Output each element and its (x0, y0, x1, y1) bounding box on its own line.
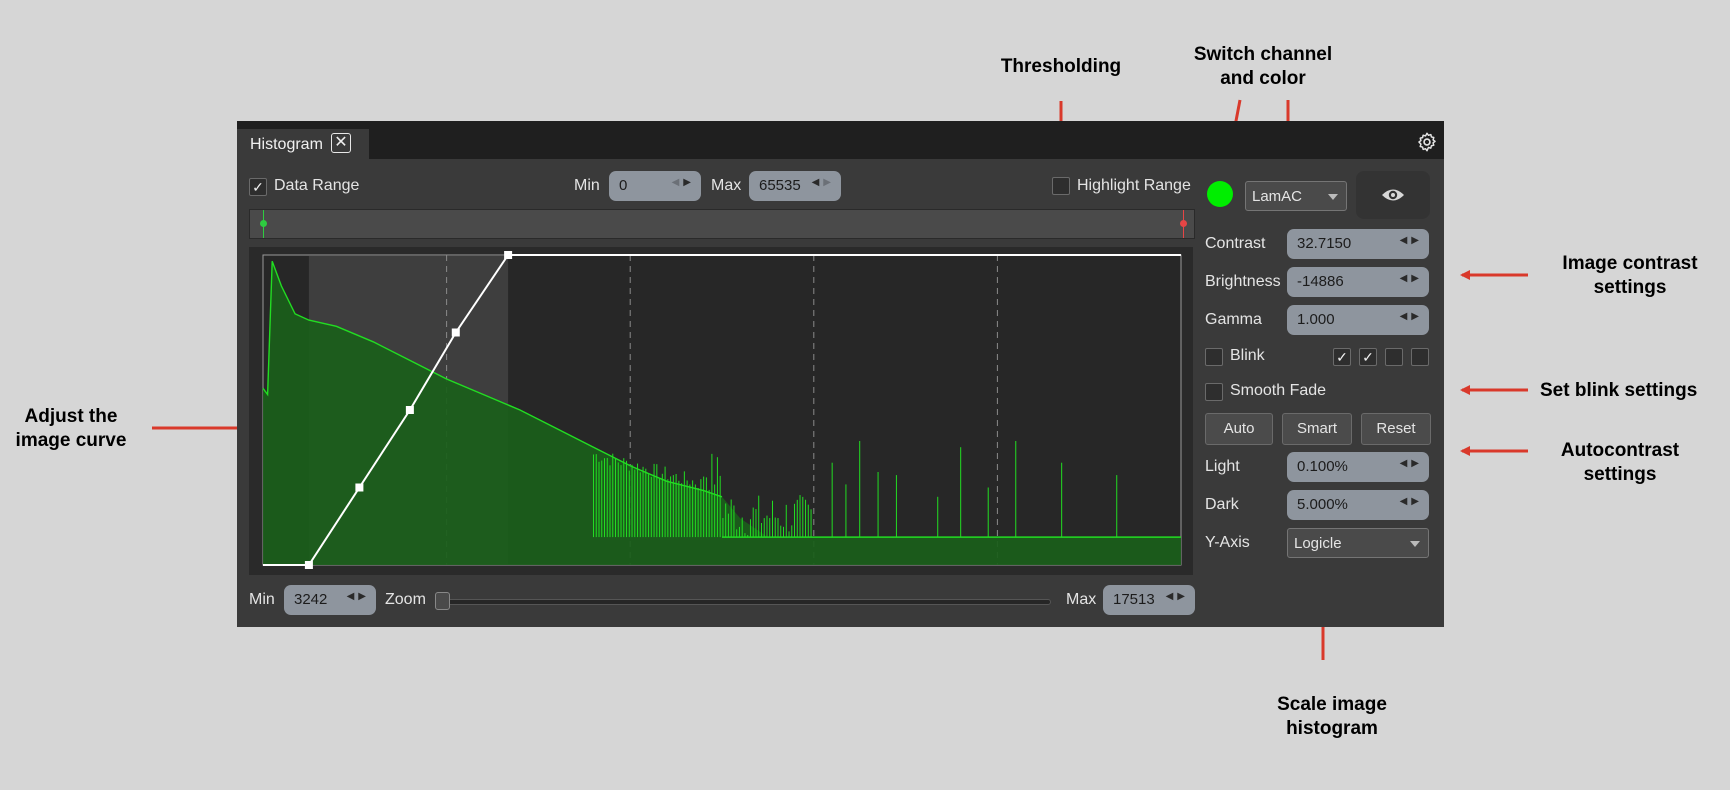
blink-frame-checkbox[interactable]: ✓ (1333, 348, 1351, 366)
gamma-stepper[interactable]: 1.000 ◀▶ (1287, 305, 1429, 335)
annotation-line: image curve (15, 430, 127, 451)
data-max-value: 65535 (759, 177, 801, 194)
yaxis-dropdown[interactable]: Logicle (1287, 528, 1429, 558)
annotation-line: Scale image (1277, 694, 1387, 715)
yaxis-value: Logicle (1294, 535, 1342, 552)
smart-button[interactable]: Smart (1282, 413, 1352, 445)
zoom-min-label: Min (249, 591, 275, 608)
channel-color-swatch[interactable] (1207, 181, 1233, 207)
dark-value: 5.000% (1297, 496, 1348, 513)
annotation-image-contrast: Image contrast settings (1540, 252, 1720, 300)
annotation-blink: Set blink settings (1540, 380, 1698, 401)
curve-control-point[interactable] (451, 328, 460, 337)
annotation-autocontrast: Autocontrast settings (1540, 439, 1700, 487)
range-min-dot[interactable] (260, 220, 267, 227)
chevron-down-icon (1410, 541, 1420, 547)
brightness-stepper[interactable]: -14886 ◀▶ (1287, 267, 1429, 297)
gamma-label: Gamma (1205, 311, 1262, 328)
blink-frame-checkbox[interactable] (1411, 348, 1429, 366)
stepper-arrows-icon[interactable]: ◀▶ (1400, 496, 1423, 507)
smooth-fade-label: Smooth Fade (1230, 382, 1327, 399)
close-icon[interactable]: ✕ (331, 133, 351, 153)
auto-button[interactable]: Auto (1205, 413, 1273, 445)
data-min-label: Min (574, 177, 600, 194)
highlight-range-label: Highlight Range (1077, 177, 1191, 194)
zoom-min-stepper[interactable]: 3242 ◀▶ (284, 585, 376, 615)
data-min-stepper[interactable]: 0 ◀▶ (609, 171, 701, 201)
gamma-value: 1.000 (1297, 311, 1335, 328)
blink-label: Blink (1230, 347, 1265, 364)
zoom-max-stepper[interactable]: 17513 ◀▶ (1103, 585, 1195, 615)
tab-histogram[interactable]: Histogram ✕ (237, 129, 369, 159)
title-bar: Histogram ✕ (237, 121, 1444, 159)
data-max-stepper[interactable]: 65535 ◀▶ (749, 171, 841, 201)
annotation-line: settings (1593, 277, 1667, 298)
stepper-arrows-icon[interactable]: ◀▶ (1400, 458, 1423, 469)
annotation-scale-histogram: Scale image histogram (1252, 693, 1412, 741)
data-range-checkbox[interactable]: ✓ (249, 178, 267, 196)
light-stepper[interactable]: 0.100% ◀▶ (1287, 452, 1429, 482)
curve-control-point[interactable] (405, 406, 414, 414)
stepper-arrows-icon[interactable]: ◀▶ (347, 591, 370, 602)
data-max-label: Max (711, 177, 742, 194)
annotation-line: Switch channel (1193, 44, 1333, 65)
curve-control-point[interactable] (355, 483, 364, 492)
annotation-thresholding: Thresholding (1000, 56, 1122, 77)
stepper-arrows-icon[interactable]: ◀▶ (1400, 311, 1423, 322)
blink-checkbox[interactable] (1205, 348, 1223, 366)
annotation-adjust-curve: Adjust the image curve (4, 405, 138, 453)
annotation-line: settings (1583, 464, 1657, 485)
zoom-min-value: 3242 (294, 591, 328, 608)
zoom-label: Zoom (385, 591, 426, 608)
annotation-line: histogram (1286, 718, 1378, 739)
contrast-value: 32.7150 (1297, 235, 1352, 252)
dark-label: Dark (1205, 496, 1239, 513)
annotation-line: and color (1220, 68, 1306, 89)
channel-value: LamAC (1252, 188, 1303, 205)
annotation-line: Adjust the (24, 406, 118, 427)
stepper-arrows-icon[interactable]: ◀▶ (1166, 591, 1189, 602)
gear-icon[interactable] (1416, 131, 1438, 153)
zoom-slider-track[interactable] (435, 599, 1051, 605)
curve-control-point[interactable] (304, 561, 313, 569)
highlight-range-checkbox[interactable] (1052, 177, 1070, 195)
brightness-value: -14886 (1297, 273, 1344, 290)
dark-stepper[interactable]: 5.000% ◀▶ (1287, 490, 1429, 520)
chevron-down-icon (1328, 194, 1338, 200)
zoom-slider-handle[interactable] (435, 592, 450, 610)
blink-frame-checkbox[interactable] (1385, 348, 1403, 366)
contrast-label: Contrast (1205, 235, 1266, 252)
curve-control-point[interactable] (504, 251, 513, 259)
annotation-switch-channel: Switch channel and color (1168, 43, 1358, 91)
brightness-label: Brightness (1205, 273, 1281, 290)
histogram-chart[interactable] (249, 247, 1193, 575)
reset-button[interactable]: Reset (1361, 413, 1431, 445)
smooth-fade-checkbox[interactable] (1205, 383, 1223, 401)
zoom-max-value: 17513 (1113, 591, 1155, 608)
eye-icon (1382, 189, 1404, 201)
annotation-line: Image contrast (1562, 253, 1698, 274)
stepper-arrows-icon[interactable]: ◀▶ (1400, 235, 1423, 246)
range-max-dot[interactable] (1180, 220, 1187, 227)
stepper-arrows-icon[interactable]: ◀▶ (1400, 273, 1423, 284)
data-range-label: Data Range (274, 177, 360, 194)
data-min-value: 0 (619, 177, 628, 194)
stepper-arrows-icon[interactable]: ◀▶ (672, 177, 695, 188)
light-label: Light (1205, 458, 1240, 475)
contrast-stepper[interactable]: 32.7150 ◀▶ (1287, 229, 1429, 259)
annotation-line: Autocontrast (1560, 440, 1680, 461)
yaxis-label: Y-Axis (1205, 534, 1250, 551)
zoom-max-label: Max (1066, 591, 1097, 608)
histogram-panel: Histogram ✕ ✓ Data Range Min 0 ◀▶ Max 65… (237, 121, 1444, 627)
data-range-slider[interactable] (249, 209, 1195, 239)
blink-frame-checkbox[interactable]: ✓ (1359, 348, 1377, 366)
tab-label: Histogram (250, 136, 323, 153)
channel-dropdown[interactable]: LamAC (1245, 181, 1347, 211)
stepper-arrows-icon[interactable]: ◀▶ (812, 177, 835, 188)
visibility-toggle-button[interactable] (1356, 171, 1430, 219)
histogram-plot[interactable] (249, 247, 1193, 575)
light-value: 0.100% (1297, 458, 1348, 475)
